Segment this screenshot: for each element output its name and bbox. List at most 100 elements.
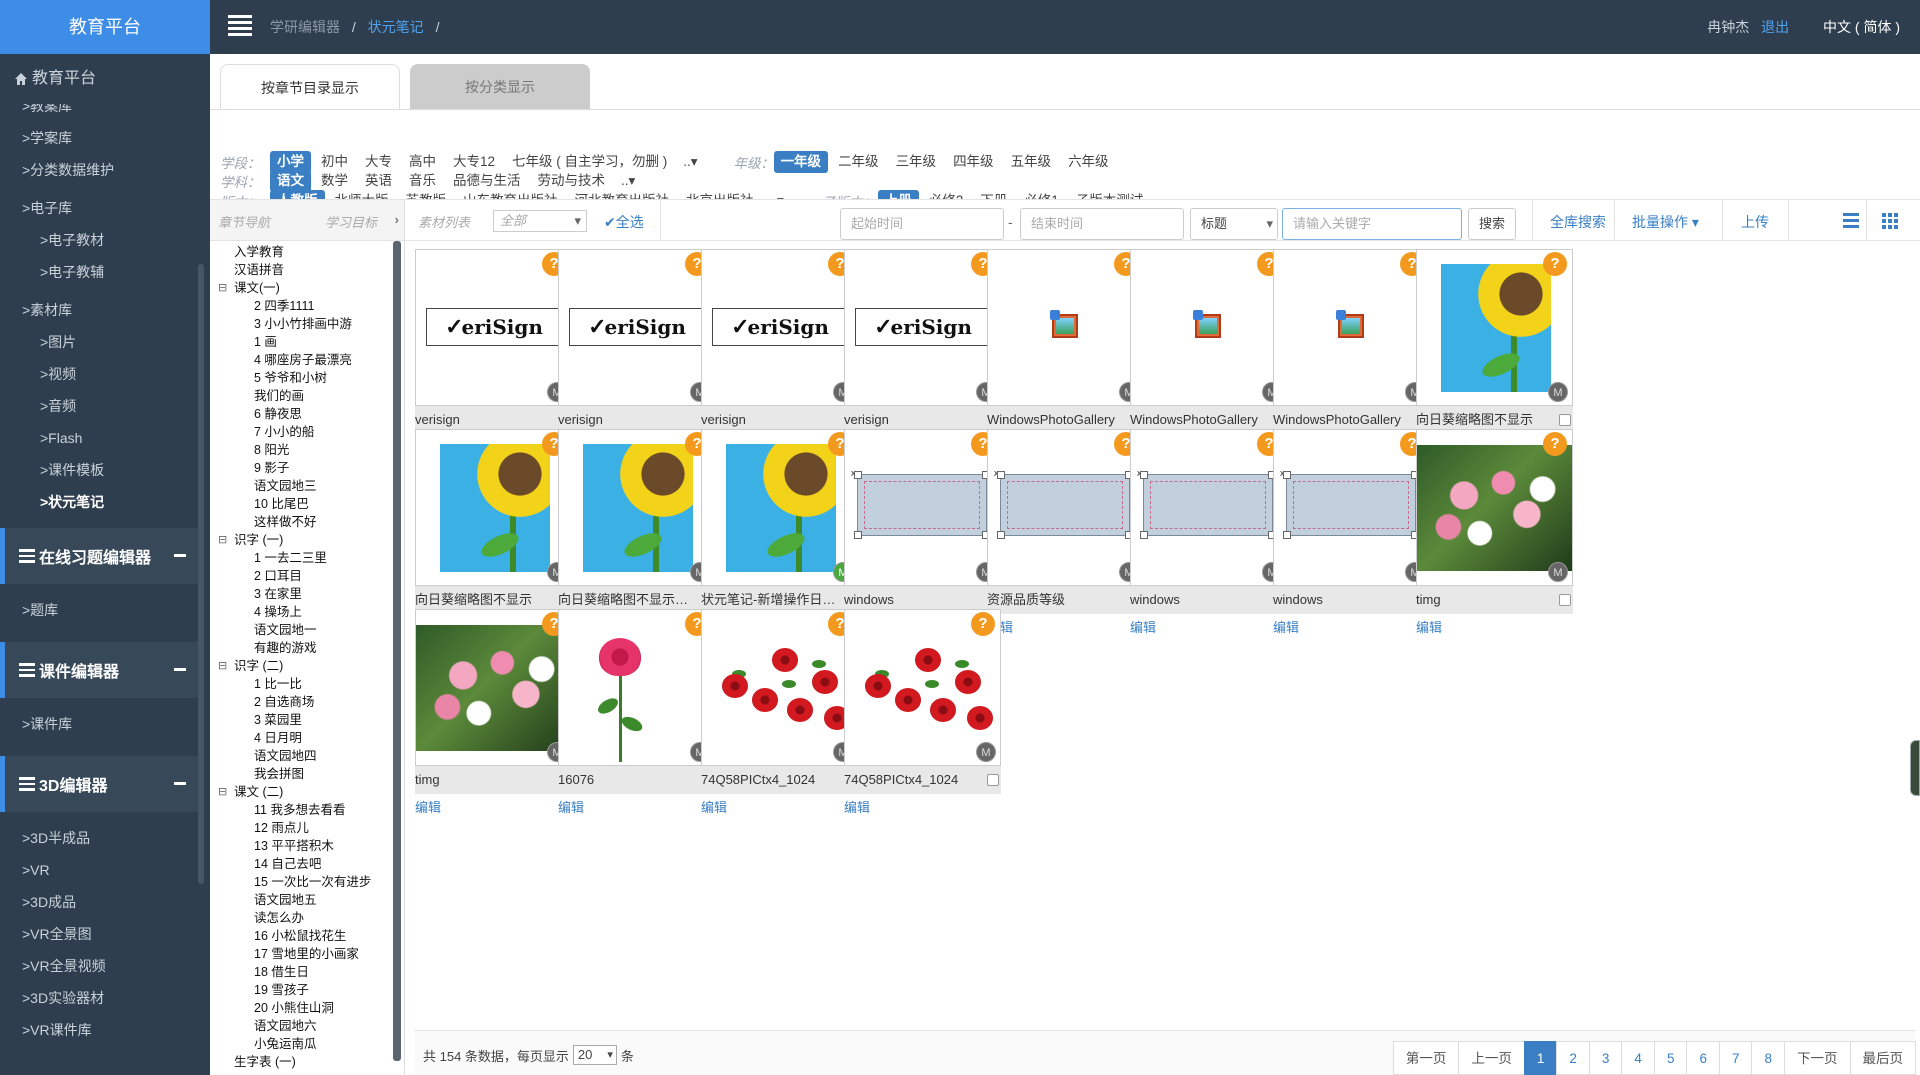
page-button[interactable]: 5: [1653, 1041, 1688, 1075]
tree-group-node[interactable]: 课文(一): [210, 279, 390, 297]
sidebar-item[interactable]: >状元笔记: [0, 486, 200, 518]
tree-node[interactable]: 语文园地六: [210, 1017, 390, 1035]
filter-option[interactable]: 三年级: [889, 151, 944, 173]
card-thumbnail[interactable]: x?M: [844, 429, 1001, 586]
end-time-input[interactable]: 结束时间: [1020, 208, 1184, 240]
page-button[interactable]: 4: [1621, 1041, 1655, 1075]
card-thumbnail[interactable]: ? M: [415, 609, 572, 766]
card-thumbnail[interactable]: ✓eriSign? M: [844, 249, 1001, 406]
sidebar-item[interactable]: >VR: [0, 854, 200, 886]
card-edit-link[interactable]: 编辑: [701, 797, 727, 816]
sidebar-section[interactable]: 在线习题编辑器: [0, 528, 204, 584]
filter-option[interactable]: 六年级: [1061, 151, 1116, 173]
filter-option[interactable]: 一年级: [773, 151, 829, 173]
tree-node[interactable]: 3 菜园里: [210, 711, 390, 729]
sidebar-item[interactable]: >Flash: [0, 422, 200, 454]
tree-node[interactable]: 我会拼图: [210, 765, 390, 783]
learning-goal-link[interactable]: 学习目标: [325, 212, 377, 231]
tree-group-node[interactable]: 识字 (一): [210, 531, 390, 549]
card-thumbnail[interactable]: ? M: [701, 609, 858, 766]
sidebar-section[interactable]: 3D编辑器: [0, 756, 204, 812]
page-button[interactable]: 7: [1718, 1041, 1753, 1075]
page-button[interactable]: 1: [1523, 1041, 1558, 1075]
material-card[interactable]: ? Mtimg 编辑: [415, 609, 572, 815]
material-card[interactable]: ✓eriSign?Mverisign编辑: [415, 249, 572, 455]
sidebar-section[interactable]: 课件编辑器: [0, 642, 204, 698]
sidebar-item[interactable]: >电子库: [0, 192, 200, 224]
material-card[interactable]: ? M 74Q58PICtx4_1024 编辑: [701, 609, 858, 815]
page-button[interactable]: 6: [1686, 1041, 1720, 1075]
collapse-icon[interactable]: [174, 782, 186, 785]
sidebar-item[interactable]: >素材库: [0, 294, 200, 326]
tree-node[interactable]: 语文园地一: [210, 621, 390, 639]
card-thumbnail[interactable]: x?M: [1130, 429, 1287, 586]
sidebar-item[interactable]: >视频: [0, 358, 200, 390]
collapse-icon[interactable]: [174, 554, 186, 557]
help-badge-icon[interactable]: ?: [1543, 252, 1567, 276]
tree-node[interactable]: 8 阳光: [210, 441, 390, 459]
material-card[interactable]: ?MWindowsPhotoGallery编辑: [1273, 249, 1430, 455]
tree-node[interactable]: 11 我多想去看看: [210, 801, 390, 819]
card-edit-link[interactable]: 编辑: [558, 797, 584, 816]
sidebar-item[interactable]: >VR课件库: [0, 1014, 200, 1046]
brand-title[interactable]: 教育平台: [0, 0, 210, 54]
material-card[interactable]: ? Mtimg 编辑: [1416, 429, 1573, 635]
tree-node[interactable]: 6 静夜思: [210, 405, 390, 423]
material-card[interactable]: ?M向日葵缩略图不显示编辑: [415, 429, 572, 635]
page-button[interactable]: 3: [1588, 1041, 1623, 1075]
card-thumbnail[interactable]: ? M: [701, 429, 858, 586]
batch-operation-button[interactable]: 批量操作 ▾: [1632, 212, 1699, 232]
breadcrumb-item-editor[interactable]: 学研编辑器: [270, 19, 340, 35]
tree-node[interactable]: 19 雪孩子: [210, 981, 390, 999]
page-size-select[interactable]: 20: [572, 1045, 617, 1065]
language-select[interactable]: 中文 ( 简体 ): [1823, 19, 1900, 35]
card-checkbox[interactable]: [1559, 414, 1571, 426]
material-card[interactable]: ✓eriSign?Mverisign编辑: [558, 249, 715, 455]
material-card[interactable]: ?MWindowsPhotoGallery编辑: [1130, 249, 1287, 455]
tree-node[interactable]: 1 画: [210, 333, 390, 351]
sidebar-item[interactable]: >分类数据维护: [0, 154, 200, 186]
tree-node[interactable]: 7 小小的船: [210, 423, 390, 441]
tree-group-node[interactable]: 识字 (二): [210, 657, 390, 675]
tree-node[interactable]: 20 小熊住山洞: [210, 999, 390, 1017]
card-thumbnail[interactable]: ? M: [415, 429, 572, 586]
sidebar-item[interactable]: >电子教材: [0, 224, 200, 256]
sidebar-item[interactable]: >课件库: [0, 708, 200, 740]
grid-view-icon[interactable]: [1882, 213, 1898, 229]
card-checkbox[interactable]: [987, 774, 999, 786]
tree-node[interactable]: 1 比一比: [210, 675, 390, 693]
card-thumbnail[interactable]: ? M: [844, 609, 1001, 766]
collapse-icon[interactable]: [174, 668, 186, 671]
tree-node[interactable]: 入学教育: [210, 243, 390, 261]
list-view-icon[interactable]: [1843, 213, 1859, 229]
breadcrumb-item-notes[interactable]: 状元笔记: [368, 19, 424, 35]
tree-node[interactable]: 语文园地三: [210, 477, 390, 495]
material-card[interactable]: x?M资源品质等级编辑: [987, 429, 1144, 635]
side-panel-handle[interactable]: [1910, 740, 1920, 796]
tree-node[interactable]: 18 借生日: [210, 963, 390, 981]
menu-icon[interactable]: [228, 15, 252, 37]
tree-node[interactable]: 2 自选商场: [210, 693, 390, 711]
card-edit-link[interactable]: 编辑: [415, 797, 441, 816]
tree-node[interactable]: 3 在家里: [210, 585, 390, 603]
select-all-button[interactable]: ✔全选: [604, 212, 644, 232]
tree-scrollbar[interactable]: [393, 241, 401, 1061]
sidebar-item[interactable]: >3D实验器材: [0, 982, 200, 1014]
tree-node[interactable]: 14 自己去吧: [210, 855, 390, 873]
upload-button[interactable]: 上传: [1741, 212, 1769, 232]
sidebar-home[interactable]: 教育平台: [0, 54, 210, 104]
material-card[interactable]: ? M 74Q58PICtx4_1024 编辑: [844, 609, 1001, 815]
card-thumbnail[interactable]: ? M: [558, 429, 715, 586]
tree-node[interactable]: 汉语拼音: [210, 261, 390, 279]
tree-node[interactable]: 生字表 (一): [210, 1053, 390, 1071]
card-thumbnail[interactable]: ? M: [1416, 429, 1573, 586]
card-edit-link[interactable]: 编辑: [1273, 617, 1299, 636]
material-card[interactable]: ?M状元笔记-新增操作日志2...编辑: [701, 429, 858, 635]
filter-option[interactable]: 四年级: [946, 151, 1001, 173]
card-thumbnail[interactable]: ✓eriSign? M: [558, 249, 715, 406]
global-search-button[interactable]: 全库搜索: [1550, 212, 1606, 232]
card-thumbnail[interactable]: ? M: [987, 249, 1144, 406]
tree-node[interactable]: 9 影子: [210, 459, 390, 477]
category-select[interactable]: 全部: [493, 210, 587, 232]
material-card[interactable]: x?M windows 编辑: [1273, 429, 1430, 635]
